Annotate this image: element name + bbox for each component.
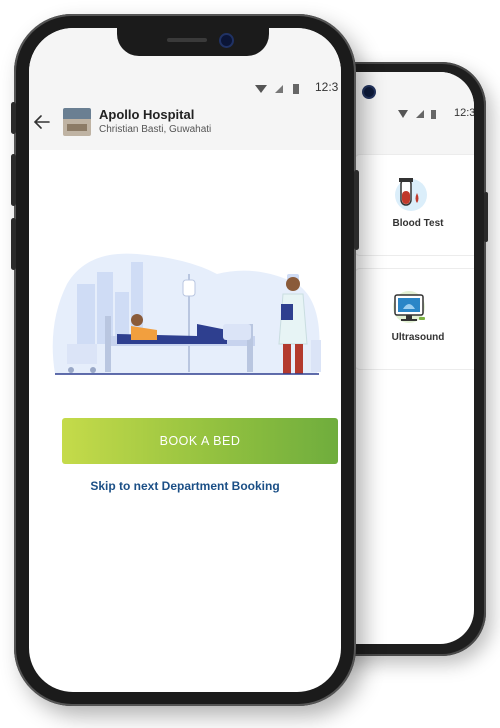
back-status-time: 12:3 [454,107,474,119]
service-card-ultrasound[interactable]: Ultrasound [354,268,474,370]
front-camera-icon [221,35,232,46]
mute-switch [11,102,16,134]
status-time: 12:3 [315,80,339,94]
hospital-name: Apollo Hospital [99,107,195,122]
book-a-bed-button[interactable]: BOOK A BED [62,418,338,464]
front-phone-screen: 12:3 Apollo Hospital Christian Basti, Gu… [29,28,341,692]
notch [117,28,269,56]
speaker-grille [167,38,207,42]
hospital-bed-illustration [52,253,321,375]
volume-up-button [11,154,16,206]
back-status-icons [398,110,436,119]
front-phone: 12:3 Apollo Hospital Christian Basti, Gu… [11,14,359,706]
hospital-thumbnail [63,108,91,136]
back-arrow-icon[interactable] [32,112,52,132]
back-phone-side-button [484,192,488,242]
status-icons [255,84,299,94]
service-label-ultrasound: Ultrasound [391,332,445,343]
ultrasound-icon [393,291,425,323]
blood-test-icon [395,178,427,211]
service-card-blood-test[interactable]: Blood Test [354,154,474,256]
power-button [354,170,359,250]
volume-down-button [11,218,16,270]
hospital-address: Christian Basti, Guwahati [99,124,212,135]
skip-department-link[interactable]: Skip to next Department Booking [29,479,341,493]
service-label-blood-test: Blood Test [392,218,444,229]
back-camera-icon [364,87,374,97]
